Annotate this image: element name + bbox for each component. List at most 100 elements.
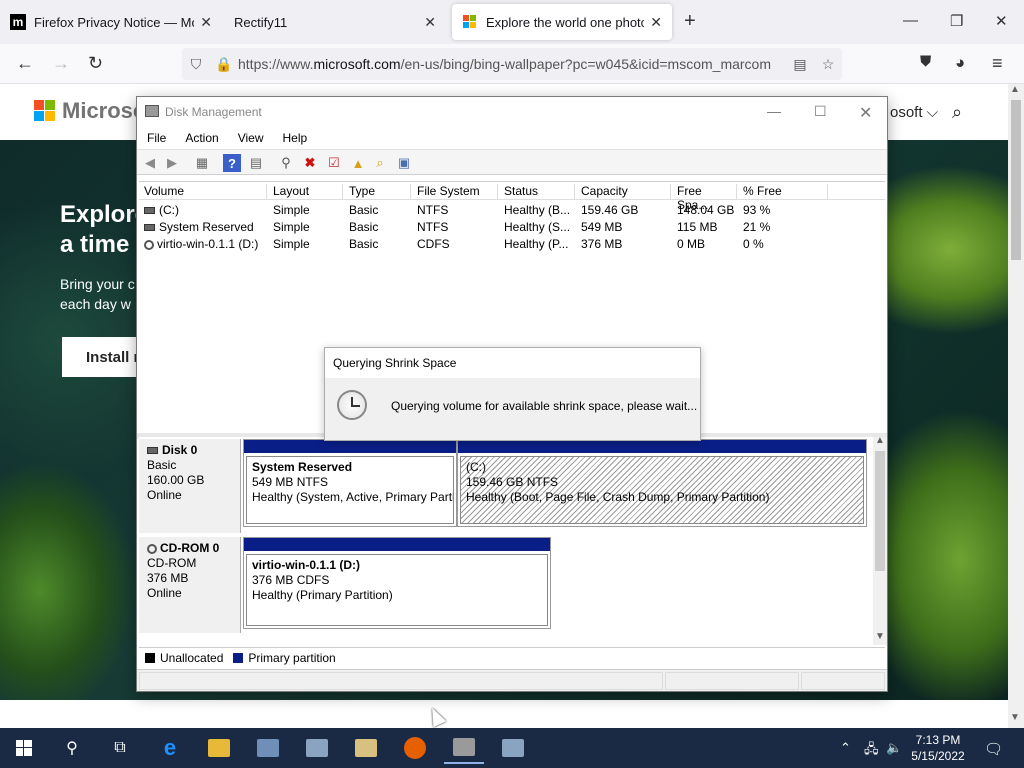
dialog-message: Querying volume for available shrink spa…	[391, 399, 698, 413]
forward-arrow-icon[interactable]: ▶	[163, 154, 181, 172]
partition-size: 159.46 GB NTFS	[466, 475, 559, 489]
col-free-space[interactable]: Free Spa...	[672, 184, 737, 212]
new-tab-icon[interactable]: +	[684, 10, 696, 33]
scroll-up-icon[interactable]: ▲	[1010, 84, 1020, 95]
account-icon[interactable]: ◕	[955, 53, 965, 73]
search-folder-icon[interactable]: ⌕	[371, 154, 389, 172]
network-icon[interactable]	[346, 732, 386, 764]
volume-status: Healthy (S...	[504, 220, 571, 234]
disk-map-scrollbar[interactable]: ▲ ▼	[873, 435, 887, 645]
mozilla-favicon-icon: m	[10, 14, 26, 30]
firefox-icon[interactable]	[395, 732, 435, 764]
close-tab-icon[interactable]: ✕	[650, 14, 662, 31]
microsoft-logo-icon[interactable]	[34, 100, 56, 122]
address-bar[interactable]: ⛉ 🔒 https://www.microsoft.com/en-us/bing…	[182, 48, 842, 80]
legend-unallocated: Unallocated	[160, 650, 224, 665]
reader-view-icon[interactable]: ▤	[786, 56, 814, 73]
search-icon[interactable]: ⚲	[52, 732, 92, 764]
maximize-icon[interactable]: ❐	[950, 12, 963, 30]
menu-icon[interactable]: ≡	[992, 53, 1003, 74]
show-hide-tree-icon[interactable]: ▦	[193, 154, 211, 172]
partition-system-reserved[interactable]: System Reserved 549 MB NTFS Healthy (Sys…	[243, 439, 457, 527]
notifications-icon[interactable]: 🗨	[984, 740, 1003, 758]
window-titlebar[interactable]: Disk Management — ☐ ✕	[137, 97, 887, 127]
back-arrow-icon[interactable]: ◀	[141, 154, 159, 172]
settings-list-icon[interactable]: ▣	[395, 154, 413, 172]
url-text[interactable]: https://www.microsoft.com/en-us/bing/bin…	[238, 56, 786, 72]
close-window-icon[interactable]: ✕	[859, 103, 872, 123]
volume-free: 115 MB	[677, 220, 718, 234]
volume-row[interactable]: virtio-win-0.1.1 (D:) Simple Basic CDFS …	[139, 236, 885, 253]
server-manager-icon[interactable]	[248, 732, 288, 764]
tab-rectify11[interactable]: Rectify11 ✕	[224, 4, 446, 40]
disk-state: Online	[147, 586, 182, 600]
col-capacity[interactable]: Capacity	[576, 184, 671, 200]
volume-name: System Reserved	[139, 220, 267, 234]
scroll-thumb[interactable]	[875, 451, 885, 571]
close-tab-icon[interactable]: ✕	[424, 14, 436, 31]
volume-row[interactable]: (C:) Simple Basic NTFS Healthy (B... 159…	[139, 202, 885, 219]
checklist-icon[interactable]: ☑	[325, 154, 343, 172]
menu-view[interactable]: View	[228, 127, 273, 149]
col-file-system[interactable]: File System	[412, 184, 498, 200]
dialog-title[interactable]: Querying Shrink Space	[325, 348, 700, 378]
shield-icon[interactable]: ⛉	[182, 56, 210, 73]
delete-icon[interactable]: ✖	[301, 154, 319, 172]
window-title: Disk Management	[165, 105, 262, 119]
partition-virtio-win[interactable]: virtio-win-0.1.1 (D:) 376 MB CDFS Health…	[243, 537, 551, 629]
scroll-down-icon[interactable]: ▼	[1010, 712, 1020, 723]
col-type[interactable]: Type	[344, 184, 411, 200]
tab-firefox-privacy[interactable]: m Firefox Privacy Notice — Mozilla ✕	[0, 4, 222, 40]
microsoft-favicon-icon	[462, 14, 478, 30]
maximize-icon[interactable]: ☐	[814, 103, 827, 120]
pocket-icon[interactable]: ⛊	[920, 53, 931, 70]
volume-label: virtio-win-0.1.1 (D:)	[157, 237, 259, 251]
menu-file[interactable]: File	[137, 127, 175, 149]
lock-icon[interactable]: 🔒	[210, 56, 238, 73]
computer-management-2-icon[interactable]	[493, 732, 533, 764]
internet-explorer-icon[interactable]: e	[150, 732, 190, 764]
taskbar-clock[interactable]: 7:13 PM 5/15/2022	[906, 732, 970, 764]
all-microsoft-menu[interactable]: osoft ⌵	[890, 104, 938, 121]
close-window-icon[interactable]: ✕	[995, 12, 1008, 30]
minimize-icon[interactable]: —	[767, 103, 781, 119]
col-status[interactable]: Status	[499, 184, 575, 200]
folder-up-icon[interactable]: ▲	[349, 154, 367, 172]
properties-icon[interactable]: ▤	[247, 154, 265, 172]
scroll-thumb[interactable]	[1011, 100, 1021, 260]
close-tab-icon[interactable]: ✕	[200, 14, 212, 31]
volume-row[interactable]: System Reserved Simple Basic NTFS Health…	[139, 219, 885, 236]
forward-icon[interactable]: →	[52, 53, 70, 74]
task-view-icon[interactable]: ⧉	[100, 732, 140, 764]
scroll-down-icon[interactable]: ▼	[875, 631, 885, 642]
cdrom-0-label[interactable]: CD-ROM 0 CD-ROM 376 MB Online	[139, 537, 241, 633]
volume-pct-free: 21 %	[743, 220, 771, 234]
file-explorer-icon[interactable]	[199, 732, 239, 764]
scroll-up-icon[interactable]: ▲	[875, 435, 885, 446]
legend: Unallocated Primary partition	[139, 647, 885, 667]
col-percent-free[interactable]: % Free	[738, 184, 828, 200]
disk-management-taskbar-icon[interactable]	[444, 732, 484, 764]
connect-icon[interactable]: ⚲	[277, 154, 295, 172]
partition-c[interactable]: (C:) 159.46 GB NTFS Healthy (Boot, Page …	[457, 439, 867, 527]
page-scrollbar[interactable]: ▲ ▼	[1008, 84, 1024, 728]
bookmark-star-icon[interactable]: ☆	[814, 56, 842, 73]
network-tray-icon[interactable]: 🖧	[864, 740, 879, 762]
back-icon[interactable]: ←	[16, 53, 34, 74]
search-icon[interactable]: ⌕	[952, 102, 962, 123]
partition-bar	[244, 440, 456, 453]
minimize-icon[interactable]: —	[903, 12, 918, 29]
tab-bing-wallpaper[interactable]: Explore the world one photo at ✕	[452, 4, 672, 40]
col-volume[interactable]: Volume	[139, 184, 267, 200]
menu-help[interactable]: Help	[273, 127, 317, 149]
menu-action[interactable]: Action	[175, 127, 227, 149]
chevron-up-icon[interactable]: ⌃	[840, 740, 851, 756]
help-icon[interactable]: ?	[223, 154, 241, 172]
partition-body: System Reserved 549 MB NTFS Healthy (Sys…	[246, 456, 454, 524]
start-windows-icon[interactable]	[4, 732, 44, 764]
volume-muted-icon[interactable]: 🔈	[886, 740, 902, 756]
reload-icon[interactable]: ↻	[88, 53, 103, 74]
computer-management-icon[interactable]	[297, 732, 337, 764]
col-layout[interactable]: Layout	[268, 184, 343, 200]
disk-0-label[interactable]: Disk 0 Basic 160.00 GB Online	[139, 439, 241, 533]
